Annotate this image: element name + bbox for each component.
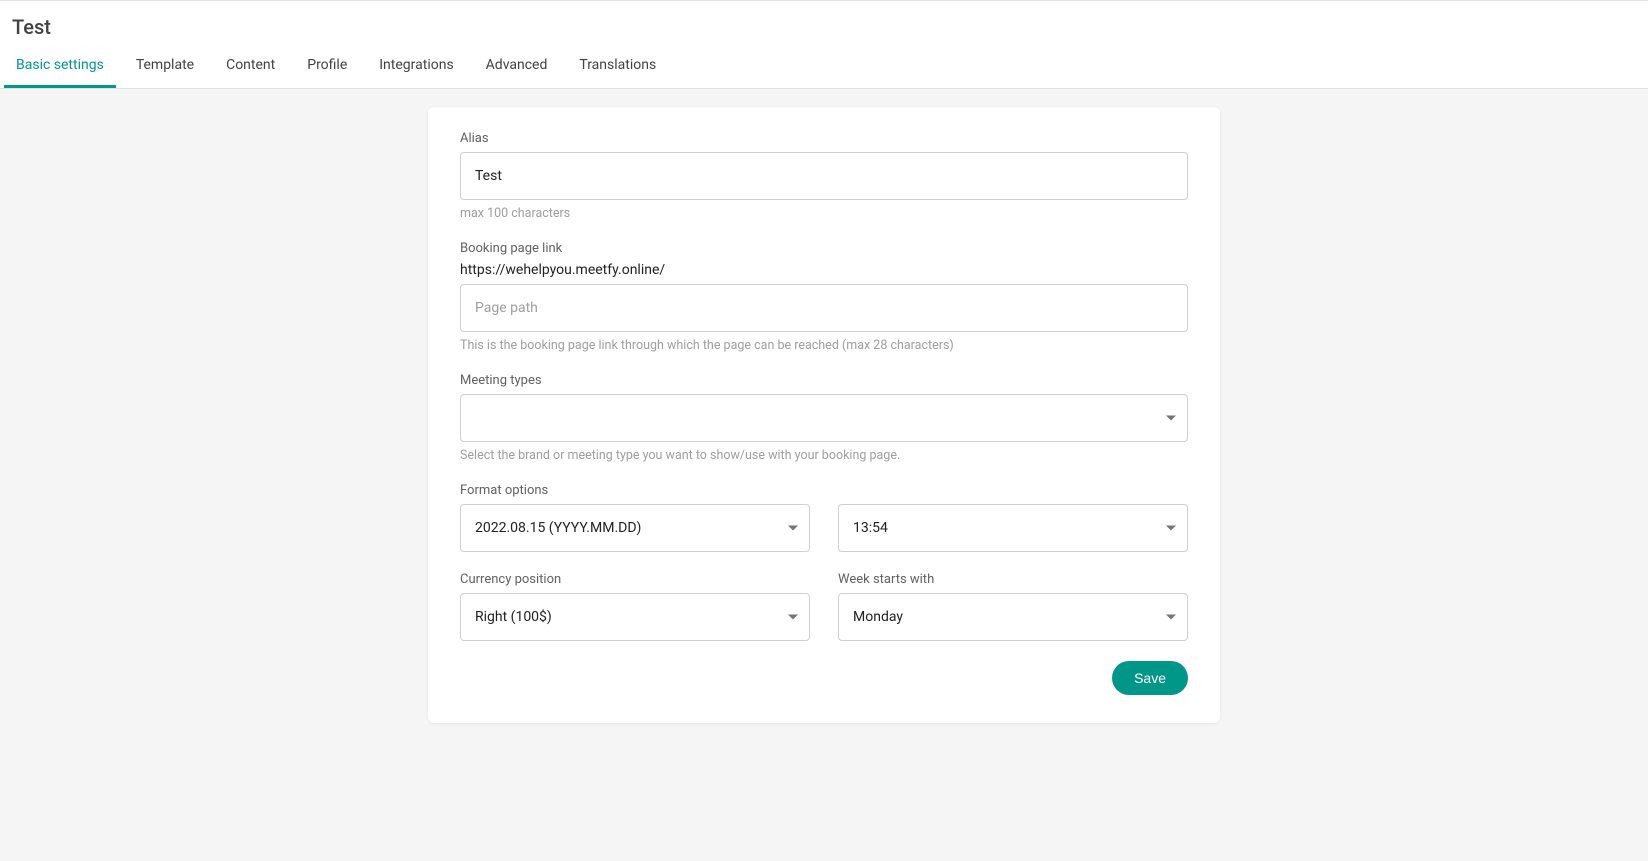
tabs-container: Basic settings Template Content Profile … — [0, 47, 1648, 88]
week-starts-label: Week starts with — [838, 572, 1188, 587]
currency-position-value: Right (100$) — [475, 609, 552, 625]
date-format-value: 2022.08.15 (YYYY.MM.DD) — [475, 520, 641, 536]
booking-link-url: https://wehelpyou.meetfy.online/ — [460, 262, 1188, 278]
week-starts-value: Monday — [853, 609, 903, 625]
tab-template[interactable]: Template — [124, 47, 206, 88]
booking-link-helper: This is the booking page link through wh… — [460, 338, 1188, 353]
tab-advanced[interactable]: Advanced — [474, 47, 560, 88]
meeting-types-helper: Select the brand or meeting type you wan… — [460, 448, 1188, 463]
tab-basic-settings[interactable]: Basic settings — [4, 47, 116, 88]
settings-card: Alias max 100 characters Booking page li… — [428, 107, 1220, 723]
tab-integrations[interactable]: Integrations — [367, 47, 465, 88]
date-format-select[interactable]: 2022.08.15 (YYYY.MM.DD) — [460, 504, 810, 552]
meeting-types-label: Meeting types — [460, 373, 1188, 388]
alias-input[interactable] — [460, 152, 1188, 200]
tab-profile[interactable]: Profile — [295, 47, 359, 88]
format-options-label: Format options — [460, 483, 1188, 498]
currency-position-label: Currency position — [460, 572, 810, 587]
alias-label: Alias — [460, 131, 1188, 146]
time-format-value: 13:54 — [853, 520, 888, 536]
tab-content[interactable]: Content — [214, 47, 287, 88]
meeting-types-select[interactable] — [460, 394, 1188, 442]
save-button[interactable]: Save — [1112, 661, 1188, 695]
page-title: Test — [0, 1, 1648, 47]
booking-link-label: Booking page link — [460, 241, 1188, 256]
tab-translations[interactable]: Translations — [567, 47, 668, 88]
currency-position-select[interactable]: Right (100$) — [460, 593, 810, 641]
time-format-select[interactable]: 13:54 — [838, 504, 1188, 552]
week-starts-select[interactable]: Monday — [838, 593, 1188, 641]
alias-helper: max 100 characters — [460, 206, 1188, 221]
booking-link-input[interactable] — [460, 284, 1188, 332]
